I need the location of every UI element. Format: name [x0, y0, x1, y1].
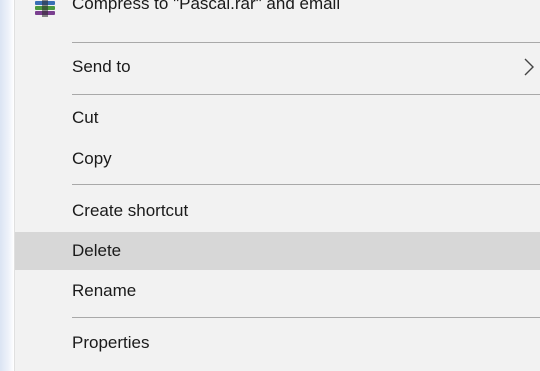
menu-item-send-to[interactable]: Send to [15, 48, 540, 86]
chevron-right-icon [524, 58, 534, 76]
menu-separator [72, 317, 540, 318]
menu-item-copy[interactable]: Copy [15, 140, 540, 178]
background-window-edge [0, 0, 14, 371]
menu-separator [72, 94, 540, 95]
menu-item-label: Copy [72, 149, 112, 168]
winrar-archive-icon [35, 0, 55, 17]
screenshot-stage: Compress to "Pascal.rar" and email Send … [0, 0, 540, 371]
menu-item-cut[interactable]: Cut [15, 99, 540, 137]
menu-item-label: Properties [72, 333, 150, 352]
menu-item-label: Delete [72, 241, 122, 260]
menu-item-label: Create shortcut [72, 201, 189, 220]
menu-item-compress-and-email[interactable]: Compress to "Pascal.rar" and email [15, 0, 540, 26]
menu-item-label: Send to [72, 57, 131, 76]
menu-item-rename[interactable]: Rename [15, 272, 540, 310]
menu-item-label: Compress to "Pascal.rar" and email [72, 0, 341, 13]
menu-item-label: Cut [72, 108, 99, 127]
menu-separator [72, 42, 540, 43]
context-menu: Compress to "Pascal.rar" and email Send … [14, 0, 540, 371]
menu-item-create-shortcut[interactable]: Create shortcut [15, 192, 540, 230]
menu-item-properties[interactable]: Properties [15, 324, 540, 362]
menu-item-label: Rename [72, 281, 137, 300]
menu-item-delete[interactable]: Delete [15, 232, 540, 270]
menu-separator [72, 184, 540, 185]
